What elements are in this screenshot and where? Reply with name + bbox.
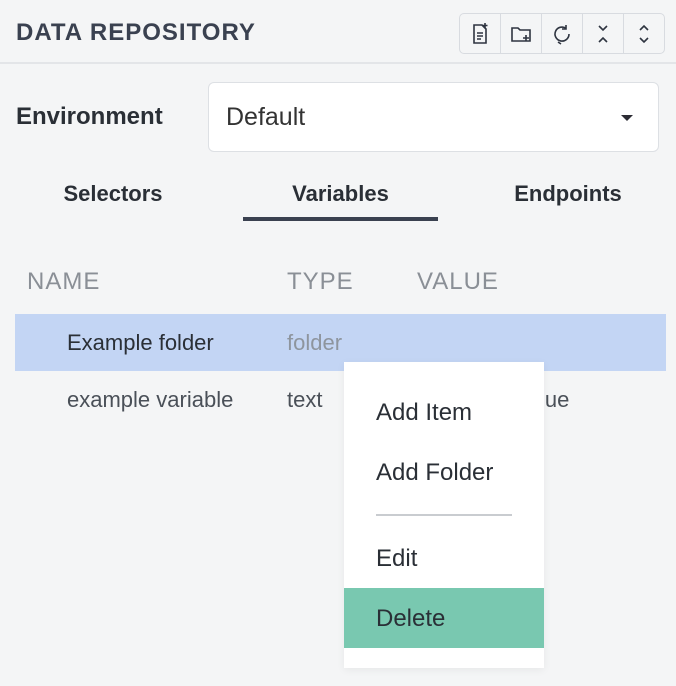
toolbar xyxy=(459,13,665,54)
context-menu: Add Item Add Folder Edit Delete xyxy=(344,362,544,668)
new-item-button[interactable] xyxy=(460,14,501,53)
tab-selectors[interactable]: Selectors xyxy=(44,181,182,207)
menu-item-edit[interactable]: Edit xyxy=(344,528,544,588)
menu-item-delete[interactable]: Delete xyxy=(344,588,544,648)
refresh-button[interactable] xyxy=(542,14,583,53)
column-header-name: NAME xyxy=(27,268,101,295)
menu-item-label: Edit xyxy=(376,545,418,572)
row-type: folder xyxy=(287,330,343,355)
tab-variables[interactable]: Variables xyxy=(243,181,438,207)
environment-select[interactable]: Default xyxy=(208,82,659,152)
panel-title: DATA REPOSITORY xyxy=(16,19,256,46)
menu-item-label: Delete xyxy=(376,605,446,632)
menu-item-label: Add Item xyxy=(376,399,473,426)
expand-all-icon xyxy=(639,24,649,43)
new-folder-button[interactable] xyxy=(501,14,542,53)
environment-selected-value: Default xyxy=(226,103,306,131)
refresh-icon xyxy=(554,24,570,45)
environment-label: Environment xyxy=(16,103,163,130)
row-type: text xyxy=(287,387,323,412)
menu-item-label: Add Folder xyxy=(376,459,494,486)
row-name[interactable]: example variable xyxy=(67,387,233,413)
tab-endpoints[interactable]: Endpoints xyxy=(496,181,640,207)
menu-item-add-folder[interactable]: Add Folder xyxy=(344,442,544,502)
menu-item-add-item[interactable]: Add Item xyxy=(344,382,544,442)
new-folder-icon xyxy=(511,26,531,42)
panel-header: DATA REPOSITORY xyxy=(0,0,676,64)
row-value: lue xyxy=(540,387,570,412)
expand-all-button[interactable] xyxy=(624,14,664,53)
collapse-all-icon xyxy=(598,24,608,43)
collapse-all-button[interactable] xyxy=(583,14,624,53)
column-header-type: TYPE xyxy=(287,268,354,295)
column-header-value: VALUE xyxy=(417,268,499,295)
new-item-icon xyxy=(473,22,488,44)
menu-divider xyxy=(376,514,512,516)
active-tab-indicator xyxy=(243,217,438,221)
row-name[interactable]: Example folder xyxy=(67,330,214,356)
caret-down-icon xyxy=(621,115,633,121)
